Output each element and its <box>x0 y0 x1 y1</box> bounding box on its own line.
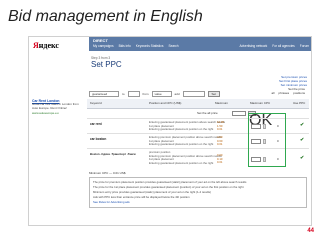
bids-table: Keyword Position and CPC (US$) Maximum M… <box>87 99 309 169</box>
rules-link[interactable]: See Rules for Advertising ads <box>93 200 303 205</box>
radio-phrases[interactable]: phrases <box>278 91 289 95</box>
screenshot-frame: Яндекс DIRECT My campaigns Bids info Key… <box>28 36 312 226</box>
radio-positions[interactable]: positions <box>293 91 305 95</box>
nav-keywords-statistics[interactable]: Keywords Statistics <box>136 44 164 48</box>
bid-value-input[interactable] <box>182 91 205 97</box>
page-title: Set PPC <box>91 60 122 69</box>
price-value: 0.01 <box>217 142 223 147</box>
to-label: to <box>122 92 125 96</box>
apply-all-input[interactable] <box>232 111 246 116</box>
apply-all-label: Set the all price <box>197 111 218 115</box>
use-ppc-check-icon[interactable]: ✔ <box>300 137 304 143</box>
col-max-cpc: Maximum CPC <box>250 101 271 105</box>
price-value: 0.01 <box>217 127 223 132</box>
position-text: Entering guaranteed placement position o… <box>149 160 214 165</box>
col-maximum: Maximum <box>215 101 229 105</box>
add-label: add <box>174 92 180 96</box>
to-select[interactable] <box>127 91 140 97</box>
notes-box: The price for premium placement position… <box>89 177 307 208</box>
ad-url: www.autoeurope.eu <box>32 110 59 115</box>
nav-bids-info[interactable]: Bids info <box>119 44 131 48</box>
position-text: Entering guaranteed placement position o… <box>149 127 214 132</box>
nav-for-agencies[interactable]: For all agencies <box>272 44 295 48</box>
quick-price-links: Set premium prices Set First place price… <box>279 75 307 87</box>
position-text: Entering guaranteed placement position o… <box>149 142 214 147</box>
col-keyword: Keyword <box>90 101 102 105</box>
use-ppc-check-icon[interactable]: ✔ <box>300 122 304 128</box>
from-label: from <box>142 92 149 96</box>
max-cpc-highlight <box>248 113 286 167</box>
keyword: Boston -Сдача -Транспорт -Такси <box>90 152 136 156</box>
col-position-cpc: Position and CPC (US$) <box>149 101 182 105</box>
basis-select[interactable]: value <box>151 91 172 97</box>
slide-title: Bid management in English <box>8 8 203 25</box>
keyword: car boston <box>90 137 107 141</box>
top-navigation: DIRECT My campaigns Bids info Keywords S… <box>89 37 311 51</box>
use-ppc-check-icon[interactable]: ✔ <box>300 155 304 161</box>
nav-advertising-network[interactable]: Advertising network <box>239 44 267 48</box>
price-value: 0.01 <box>217 160 223 165</box>
nav-forum[interactable]: Forum <box>300 44 309 48</box>
page-number: 44 <box>307 228 314 234</box>
bid-controls: guaranteed to from value add Set <box>89 91 221 97</box>
set-button[interactable]: Set <box>207 91 221 97</box>
keyword: car rent <box>90 122 102 126</box>
ad-preview: Car Rent London Great car hire rates in … <box>32 99 84 115</box>
radio-all[interactable]: all <box>271 91 274 95</box>
nav-search[interactable]: Search <box>168 44 178 48</box>
col-use-ppc: Use PPC <box>293 101 306 105</box>
notes-section: Minimum CPC — 0.01 US$ The price for pre… <box>89 171 307 208</box>
mode-label: DIRECT <box>93 38 108 43</box>
apply-scope-radios: all phrases positions <box>271 91 305 95</box>
minimum-cpc-note: Minimum CPC — 0.01 US$ <box>89 171 126 175</box>
table-header: Keyword Position and CPC (US$) Maximum M… <box>87 99 309 109</box>
yandex-logo[interactable]: Яндекс <box>33 41 59 50</box>
strategy-select[interactable]: guaranteed <box>89 91 119 97</box>
ad-body: Great car hire rates in London from Auto… <box>32 102 79 110</box>
nav-my-campaigns[interactable]: My campaigns <box>93 44 114 48</box>
